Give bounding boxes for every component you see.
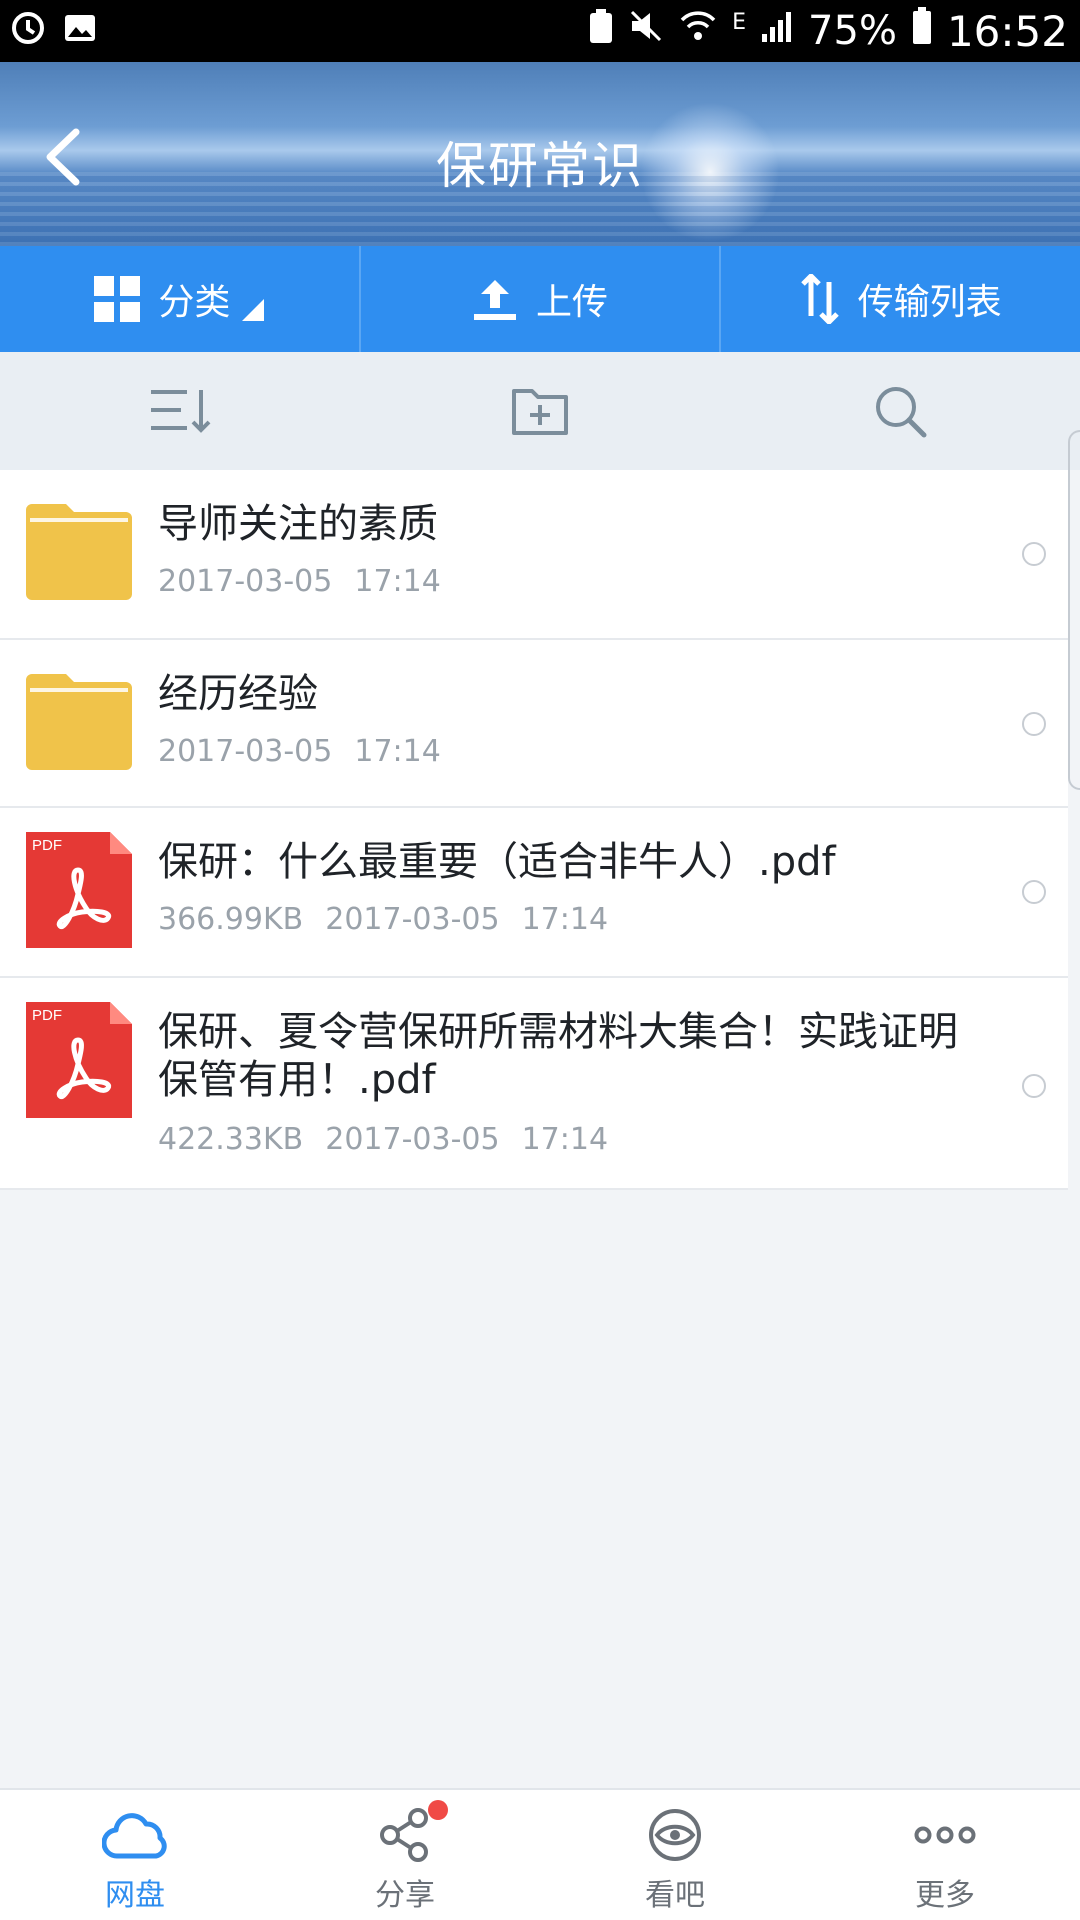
upload-button[interactable]: 上传 xyxy=(361,246,722,352)
pdf-file-icon: PDF xyxy=(26,832,132,948)
file-size: 422.33KB xyxy=(158,1122,304,1157)
file-meta: 366.99KB 2017-03-05 17:14 xyxy=(158,902,608,937)
status-bar: E 75% 16:52 xyxy=(0,0,1080,62)
file-name: 导师关注的素质 xyxy=(158,501,438,547)
image-notification-icon xyxy=(62,10,98,50)
tab-label: 更多 xyxy=(915,1878,975,1913)
list-item[interactable]: PDF 保研、夏令营保研所需材料大集合！实践证明 保管有用！.pdf 422.3… xyxy=(0,978,1068,1190)
pdf-file-icon: PDF xyxy=(26,1002,132,1118)
folder-icon xyxy=(26,504,132,600)
file-name-line-1: 保研、夏令营保研所需材料大集合！实践证明 xyxy=(158,1009,958,1055)
share-icon xyxy=(380,1808,428,1862)
battery-saver-icon xyxy=(588,7,614,55)
sort-button[interactable] xyxy=(0,352,360,470)
file-time: 17:14 xyxy=(354,734,441,769)
folder-icon xyxy=(26,674,132,770)
search-button[interactable] xyxy=(720,352,1080,470)
header-banner: 保研常识 xyxy=(0,62,1080,246)
network-type: E xyxy=(732,10,747,35)
file-time: 17:14 xyxy=(354,564,441,599)
file-date: 2017-03-05 xyxy=(158,734,333,769)
more-dots-icon xyxy=(914,1826,976,1844)
file-date: 2017-03-05 xyxy=(325,1122,500,1157)
file-meta: 2017-03-05 17:14 xyxy=(158,564,441,599)
battery-icon xyxy=(911,6,933,56)
file-meta: 422.33KB 2017-03-05 17:14 xyxy=(158,1122,608,1157)
tab-label: 网盘 xyxy=(105,1878,165,1913)
file-time: 17:14 xyxy=(521,902,609,937)
svg-text:PDF: PDF xyxy=(32,1007,62,1024)
list-item[interactable]: PDF 保研：什么最重要（适合非牛人）.pdf 366.99KB 2017-03-… xyxy=(0,808,1068,978)
select-radio[interactable] xyxy=(1022,712,1046,736)
file-date: 2017-03-05 xyxy=(325,902,500,937)
signal-icon xyxy=(760,8,794,54)
file-date: 2017-03-05 xyxy=(158,564,333,599)
file-time: 17:14 xyxy=(521,1122,609,1157)
select-radio[interactable] xyxy=(1022,880,1046,904)
eye-icon xyxy=(649,1809,701,1861)
transfer-list-label: 传输列表 xyxy=(857,282,1002,323)
main-toolbar: 分类 上传 传输列表 xyxy=(0,246,1080,352)
tab-more[interactable]: 更多 xyxy=(810,1790,1080,1920)
svg-text:PDF: PDF xyxy=(32,837,62,854)
file-meta: 2017-03-05 17:14 xyxy=(158,734,441,769)
file-name: 保研、夏令营保研所需材料大集合！实践证明 保管有用！.pdf xyxy=(158,1008,958,1104)
tab-label: 看吧 xyxy=(645,1878,705,1913)
transfer-list-button[interactable]: 传输列表 xyxy=(721,246,1080,352)
sync-status-icon xyxy=(10,10,46,50)
file-list: 导师关注的素质 2017-03-05 17:14 经历经验 2017-03-05 1… xyxy=(0,470,1068,1190)
sort-icon xyxy=(151,390,211,433)
select-radio[interactable] xyxy=(1022,1074,1046,1098)
upload-icon xyxy=(474,280,516,320)
list-item[interactable]: 经历经验 2017-03-05 17:14 xyxy=(0,640,1068,808)
dropdown-triangle-icon xyxy=(242,299,265,321)
upload-label: 上传 xyxy=(536,282,609,323)
clock: 16:52 xyxy=(946,6,1068,56)
file-size: 366.99KB xyxy=(158,902,304,937)
notification-dot xyxy=(428,1800,448,1820)
tab-label: 分享 xyxy=(375,1878,435,1913)
page-title: 保研常识 xyxy=(436,137,644,195)
bottom-nav: 网盘 分享 看吧 更多 xyxy=(0,1788,1080,1920)
battery-percent: 75% xyxy=(808,8,897,54)
category-label: 分类 xyxy=(158,282,231,323)
tab-netdisk[interactable]: 网盘 xyxy=(0,1790,270,1920)
transfer-arrows-icon xyxy=(800,274,839,324)
tab-watch[interactable]: 看吧 xyxy=(540,1790,810,1920)
side-scroll-handle[interactable] xyxy=(1068,430,1080,790)
add-folder-icon xyxy=(512,389,568,435)
category-button[interactable]: 分类 xyxy=(0,246,361,352)
select-radio[interactable] xyxy=(1022,542,1046,566)
new-folder-button[interactable] xyxy=(360,352,720,470)
list-item[interactable]: 导师关注的素质 2017-03-05 17:14 xyxy=(0,470,1068,640)
wifi-icon xyxy=(678,8,718,54)
action-row xyxy=(0,352,1080,470)
grid-icon xyxy=(94,276,141,322)
tab-share[interactable]: 分享 xyxy=(270,1790,540,1920)
file-name: 经历经验 xyxy=(158,671,318,717)
file-name: 保研：什么最重要（适合非牛人）.pdf xyxy=(158,839,836,885)
search-icon xyxy=(876,387,927,438)
mute-icon xyxy=(628,8,664,54)
cloud-icon xyxy=(102,1813,167,1859)
file-name-line-2: 保管有用！.pdf xyxy=(158,1057,436,1103)
